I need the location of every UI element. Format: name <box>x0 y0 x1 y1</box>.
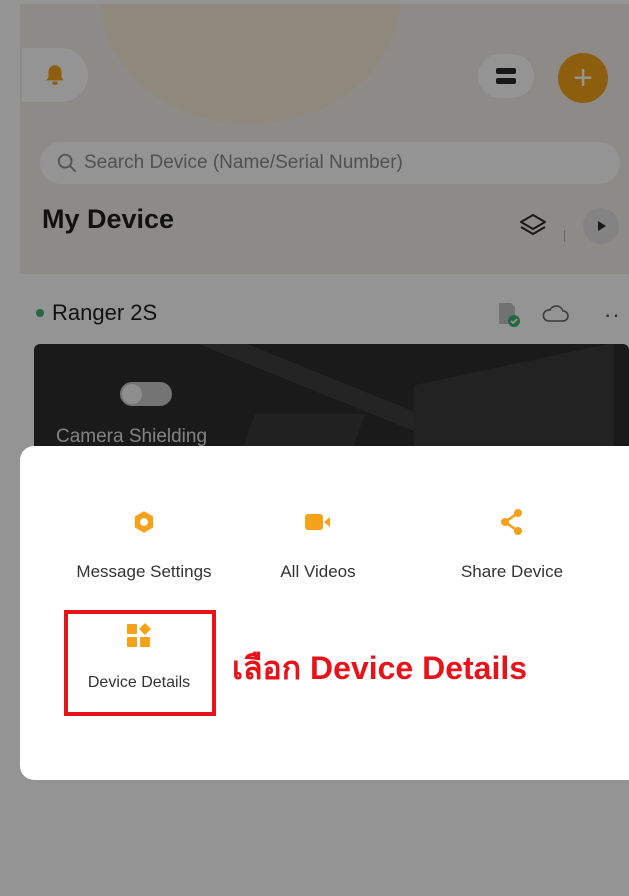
annotation-callout: เลือก Device Details <box>232 650 528 686</box>
share-device-label: Share Device <box>460 562 564 581</box>
all-videos-button[interactable]: All Videos <box>228 502 408 582</box>
highlight-box <box>64 610 216 716</box>
share-icon <box>501 509 522 535</box>
share-device-button[interactable]: Share Device <box>422 502 602 582</box>
video-camera-icon <box>305 514 330 530</box>
all-videos-label: All Videos <box>280 562 356 581</box>
gear-hex-icon <box>134 511 154 533</box>
message-settings-button[interactable]: Message Settings <box>54 502 234 582</box>
screen: + Search Device (Name/Serial Number) My … <box>0 0 629 896</box>
message-settings-label: Message Settings <box>76 562 212 581</box>
